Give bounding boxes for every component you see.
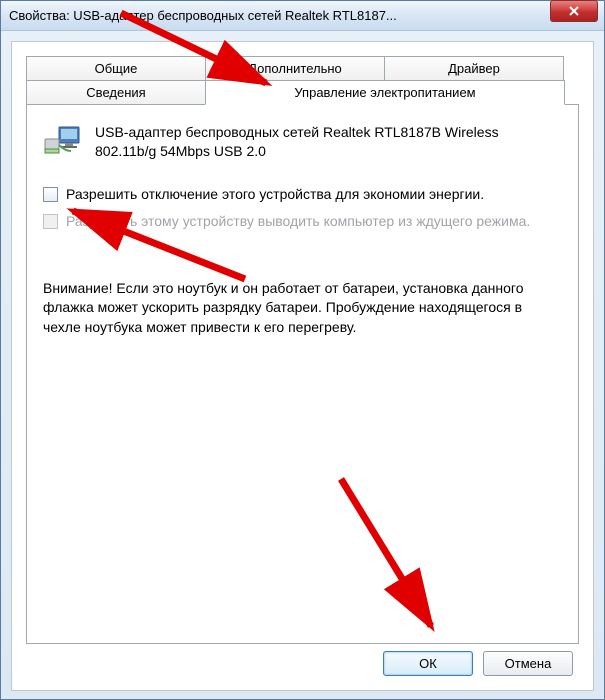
tab-details[interactable]: Сведения <box>26 80 206 105</box>
device-name: USB-адаптер беспроводных сетей Realtek R… <box>95 123 562 161</box>
checkbox-allow-power-off-label: Разрешить отключение этого устройства дл… <box>66 185 484 204</box>
cancel-button[interactable]: Отмена <box>483 651 573 676</box>
tab-panel-power: USB-адаптер беспроводных сетей Realtek R… <box>26 104 579 644</box>
warning-text: Внимание! Если это ноутбук и он работает… <box>43 279 562 338</box>
network-adapter-icon <box>43 123 83 159</box>
tab-general[interactable]: Общие <box>26 56 206 80</box>
window-title: Свойства: USB-адаптер беспроводных сетей… <box>9 8 596 23</box>
titlebar[interactable]: Свойства: USB-адаптер беспроводных сетей… <box>1 1 604 31</box>
tab-power-management[interactable]: Управление электропитанием <box>205 80 565 105</box>
close-button[interactable] <box>550 0 598 22</box>
checkbox-allow-wake-label: Разрешить этому устройству выводить комп… <box>66 212 530 231</box>
checkbox-allow-power-off[interactable] <box>43 187 58 202</box>
checkbox-allow-wake <box>43 214 58 229</box>
properties-dialog: Свойства: USB-адаптер беспроводных сетей… <box>0 0 605 700</box>
button-row: ОК Отмена <box>383 651 573 676</box>
tabs: Общие Дополнительно Драйвер Сведения Упр… <box>26 56 579 644</box>
ok-button[interactable]: ОК <box>383 651 473 676</box>
tab-driver[interactable]: Драйвер <box>384 56 564 80</box>
close-icon <box>568 5 580 17</box>
tab-advanced[interactable]: Дополнительно <box>205 56 385 80</box>
dialog-body: Общие Дополнительно Драйвер Сведения Упр… <box>11 41 594 691</box>
